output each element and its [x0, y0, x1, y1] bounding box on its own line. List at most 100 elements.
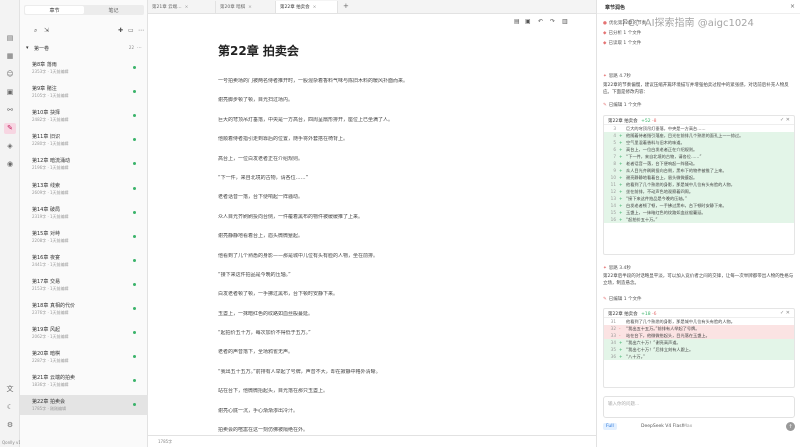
settings-icon[interactable]: ⚙	[4, 420, 16, 431]
new-chapter-icon[interactable]: ✚	[118, 27, 123, 35]
paragraph: 高台上，一位白发老者正在介绍规则。	[218, 155, 304, 162]
chapter-item-meta: 2609字 · 1天前编辑	[32, 189, 69, 195]
globe-icon[interactable]: ◉	[4, 159, 16, 170]
chapter-body[interactable]: 一号拍卖场的门被两名侍者推开时，一股混杂着香料气味与陈旧木料的暖风扑面而来。 谢亮…	[218, 78, 528, 446]
translate-icon[interactable]: 文	[4, 384, 16, 395]
chapter-item[interactable]: 第12章 暗流涌动 2196字 · 1天前编辑	[20, 154, 148, 174]
status-dot	[133, 114, 136, 118]
chapter-item[interactable]: 第8章 落雨 2353字 · 1天前编辑	[20, 58, 148, 78]
search-icon[interactable]: ⌕	[34, 27, 37, 35]
new-volume-icon[interactable]: ▭	[128, 27, 134, 35]
chapter-title[interactable]: 第22章 拍卖会	[218, 42, 299, 59]
brain-icon: ✦	[603, 74, 607, 79]
add-tab-icon[interactable]: +	[343, 2, 349, 10]
diff-line: 33- 站在台下，他微微抬起头，目光落在玉盏上。	[604, 332, 794, 339]
theme-icon[interactable]: ☾	[4, 402, 16, 413]
chapter-item[interactable]: 第9章 赌注 2105字 · 1天前编辑	[20, 82, 148, 102]
effort-select[interactable]: Max	[683, 424, 692, 429]
mode-toggle[interactable]: Full	[603, 423, 617, 430]
expand-icon[interactable]: ⇲	[44, 27, 49, 35]
user-icon[interactable]: ☺	[4, 69, 16, 80]
tab-chapters[interactable]: 章节	[25, 6, 84, 14]
chapter-item-title: 第9章 赌注	[32, 86, 57, 93]
chapter-item[interactable]: 第15章 对峙 2208字 · 1天前编辑	[20, 227, 148, 247]
chapter-item[interactable]: 第17章 交易 2153字 · 1天前编辑	[20, 275, 148, 295]
chapter-item[interactable]: 第20章 暗棋 2287字 · 1天前编辑	[20, 347, 148, 367]
export-icon[interactable]: ▤	[514, 18, 520, 25]
volume-title: 第一卷	[34, 46, 50, 52]
view-icon[interactable]: ▣	[525, 18, 531, 25]
chapter-item-title: 第13章 线索	[32, 182, 60, 189]
chapter-item[interactable]: 第14章 破局 2319字 · 1天前编辑	[20, 203, 148, 223]
relation-icon[interactable]: ⚯	[4, 105, 16, 116]
diff-line: 6 + 高台上，一位白发老者正在介绍规则。	[604, 146, 794, 153]
more-icon[interactable]: ⋯	[138, 27, 144, 35]
paragraph: “接下来这件拍品是今晚的压轴。”	[218, 271, 291, 278]
volume-more-icon[interactable]: ⋯	[137, 45, 142, 51]
chapter-item[interactable]: 第11章 旧识 2280字 · 1天前编辑	[20, 130, 148, 150]
map-icon[interactable]: ▣	[4, 87, 16, 98]
edit-icon: ✎	[603, 103, 607, 108]
status-dot	[133, 258, 136, 262]
chapter-item-title: 第15章 对峙	[32, 230, 60, 237]
chapter-item-title: 第10章 抉择	[32, 110, 60, 117]
chapter-item-meta: 2153字 · 1天前编辑	[32, 285, 69, 291]
chapter-item-title: 第19章 风起	[32, 327, 60, 334]
status-dot	[133, 90, 136, 94]
chapter-tabs: 章节 笔记	[24, 5, 144, 15]
chat-placeholder: 输入你的问题...	[608, 402, 640, 407]
tag-icon[interactable]: ◈	[4, 141, 16, 152]
diff-block: 第22章 拍卖会 +18 -6 ✓ ✕ 31 他看到了几个熟悉的身影，那是城中几…	[603, 308, 795, 388]
diff-actions[interactable]: ✓ ✕	[780, 310, 790, 316]
word-count: 1785字	[158, 439, 173, 444]
tab-notes[interactable]: 笔记	[84, 6, 143, 14]
close-icon[interactable]: ×	[790, 3, 795, 10]
chapter-item[interactable]: 第21章 云端的拍卖 1836字 · 1天前编辑	[20, 371, 148, 391]
brain-icon: ✦	[603, 266, 607, 271]
thinking-label[interactable]: ✦ 思路 3.4秒	[603, 265, 631, 271]
status-dot	[133, 210, 136, 214]
editor-tab[interactable]: 第20章 暗棋 ×	[216, 1, 276, 13]
diff-header: 第22章 拍卖会 +18 -6 ✓ ✕	[604, 309, 794, 318]
chapter-item-meta: 1836字 · 1天前编辑	[32, 382, 69, 388]
volume-header[interactable]: ▾ 第一卷 22 ⋯	[24, 45, 144, 53]
status-read: ◆ 已读取 1 个文件	[603, 41, 642, 46]
chapter-item-meta: 2353字 · 1天前编辑	[32, 69, 69, 74]
diff-line: 12 + 坐在前排，不动声色地观察着四周。	[604, 188, 794, 195]
chapter-item-meta: 2319字 · 1天前编辑	[32, 213, 69, 219]
send-button[interactable]: ↑	[786, 422, 795, 431]
close-icon[interactable]: ×	[313, 5, 317, 10]
redo-icon[interactable]: ↷	[550, 18, 555, 25]
book-icon[interactable]: ▤	[4, 33, 16, 44]
watermark: FC：AI探索指南 @aigc1024	[622, 18, 754, 29]
close-icon[interactable]: ×	[248, 5, 252, 10]
chapter-item[interactable]: 第13章 线索 2609字 · 1天前编辑	[20, 179, 148, 199]
close-icon[interactable]: ×	[185, 5, 189, 10]
diff-lines: 31 他看到了几个熟悉的身影，那是城中几位有头有脸的人物。 32- “我出五十五万。…	[604, 318, 794, 360]
diff-line: 5 + 空气里混着香料与旧木的味道。	[604, 139, 794, 146]
chat-input[interactable]: 输入你的问题...	[603, 396, 795, 418]
paragraph: 老者的声音落下，全场鸦雀无声。	[218, 349, 294, 356]
chapter-item[interactable]: 第18章 真相的代价 2376字 · 1天前编辑	[20, 299, 148, 319]
chapter-item[interactable]: 第10章 抉择 2482字 · 1天前编辑	[20, 106, 148, 126]
file-icon: ◆	[603, 41, 607, 46]
status-dot	[133, 355, 136, 359]
chapter-item-title: 第8章 落雨	[32, 62, 57, 68]
paragraph: 拍卖会的喧嚣在这一刻仿佛被隔绝在外。	[218, 427, 309, 434]
status-analyzed: ◆ 已分析 1 个文件	[603, 31, 642, 36]
diff-line: 31 他看到了几个熟悉的身影，那是城中几位有头有脸的人物。	[610, 319, 735, 324]
status-dot	[133, 331, 136, 335]
chapter-item[interactable]: 第16章 夜宴 2441字 · 1天前编辑	[20, 251, 148, 271]
undo-icon[interactable]: ↶	[538, 18, 543, 25]
diff-actions[interactable]: ✓ ✕	[780, 117, 790, 123]
paragraph: 一号拍卖场的门被两名侍者推开时，一股混杂着香料气味与陈旧木料的暖风扑面而来。	[218, 78, 409, 84]
chapter-item[interactable]: 第19章 风起 2062字 · 1天前编辑	[20, 323, 148, 343]
thinking-label[interactable]: ✦ 思路 4.7秒	[603, 73, 631, 79]
chapter-item[interactable]: 第22章 拍卖会 1785字 · 刚刚编辑	[20, 395, 148, 416]
model-select[interactable]: DeepSeek V4 Flash	[641, 424, 684, 429]
editor-tab[interactable]: 第21章 云端… ×	[148, 1, 216, 13]
layout-icon[interactable]: ▦	[4, 51, 16, 62]
note-icon[interactable]: ✎	[4, 123, 16, 134]
ai-toggle-icon[interactable]: ▥	[562, 18, 568, 25]
editor-tab-active[interactable]: 第22章 拍卖会 ×	[276, 1, 338, 13]
